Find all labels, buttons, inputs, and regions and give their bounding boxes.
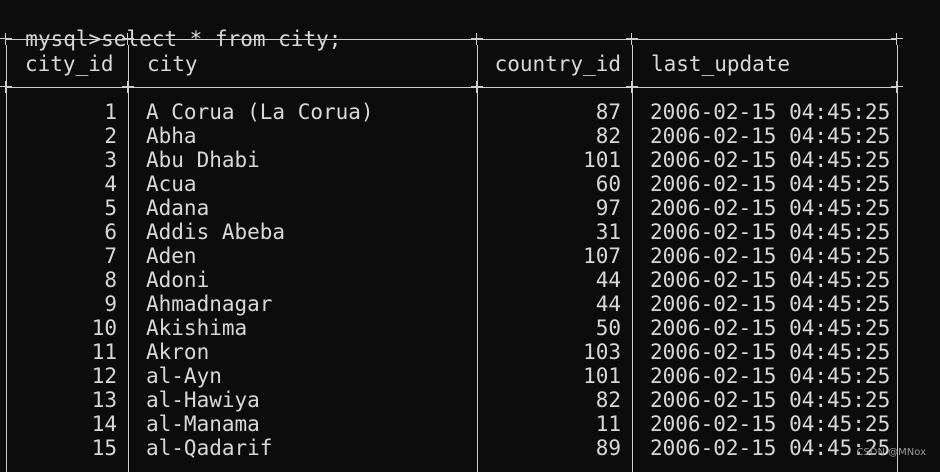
table-cell-city-id: 2 (104, 124, 117, 148)
table-cell-last-update: 2006-02-15 04:45:25 (650, 436, 891, 460)
table-cell-last-update: 2006-02-15 04:45:25 (650, 244, 891, 268)
table-cell-last-update: 2006-02-15 04:45:25 (650, 196, 891, 220)
table-cell-city-id: 8 (104, 268, 117, 292)
table-cell-city-id: 12 (91, 364, 117, 388)
border-junction (891, 33, 903, 45)
table-cell-country-id: 60 (595, 172, 621, 196)
border-junction (0, 33, 12, 45)
table-cell-country-id: 82 (595, 388, 621, 412)
table-header-border (6, 87, 897, 88)
table-cell-city-id: 3 (104, 148, 117, 172)
table-cell-city-id: 5 (104, 196, 117, 220)
column-separator (477, 45, 478, 472)
table-cell-city-id: 7 (104, 244, 117, 268)
table-cell-country-id: 82 (595, 124, 621, 148)
table-cell-country-id: 97 (595, 196, 621, 220)
table-cell-city: Acua (146, 172, 197, 196)
table-cell-country-id: 103 (583, 340, 621, 364)
table-cell-city-id: 6 (104, 220, 117, 244)
table-cell-city: Ahmadnagar (146, 292, 273, 316)
column-header-city[interactable]: city (147, 52, 198, 76)
table-cell-country-id: 87 (595, 100, 621, 124)
table-cell-city: Akron (146, 340, 210, 364)
table-cell-country-id: 44 (595, 268, 621, 292)
table-cell-city: Adana (146, 196, 210, 220)
table-cell-last-update: 2006-02-15 04:45:25 (650, 268, 891, 292)
table-cell-last-update: 2006-02-15 04:45:25 (650, 124, 891, 148)
table-cell-city: Adoni (146, 268, 210, 292)
table-cell-country-id: 89 (595, 436, 621, 460)
table-cell-city-id: 15 (91, 436, 117, 460)
table-cell-last-update: 2006-02-15 04:45:25 (650, 364, 891, 388)
column-header-country-id[interactable]: country_id (492, 52, 621, 76)
table-cell-last-update: 2006-02-15 04:45:25 (650, 412, 891, 436)
table-cell-last-update: 2006-02-15 04:45:25 (650, 172, 891, 196)
table-cell-city: Akishima (146, 316, 248, 340)
table-cell-city: A Corua (La Corua) (146, 100, 374, 124)
table-cell-city: al-Qadarif (146, 436, 273, 460)
table-cell-country-id: 107 (583, 244, 621, 268)
table-cell-country-id: 101 (583, 364, 621, 388)
table-cell-country-id: 50 (595, 316, 621, 340)
border-junction (122, 33, 134, 45)
column-separator (897, 45, 898, 472)
table-cell-city-id: 9 (104, 292, 117, 316)
watermark: CSDN @MNox (856, 447, 926, 458)
table-cell-last-update: 2006-02-15 04:45:25 (650, 100, 891, 124)
table-cell-city: Abu Dhabi (146, 148, 260, 172)
column-header-last-update[interactable]: last_update (651, 52, 790, 76)
table-cell-last-update: 2006-02-15 04:45:25 (650, 388, 891, 412)
table-cell-country-id: 44 (595, 292, 621, 316)
table-top-border (6, 39, 897, 40)
table-cell-city: al-Manama (146, 412, 260, 436)
table-cell-city: Addis Abeba (146, 220, 286, 244)
command-line[interactable]: mysql>select * from city; (0, 3, 341, 51)
table-cell-city-id: 10 (91, 316, 117, 340)
table-cell-last-update: 2006-02-15 04:45:25 (650, 220, 891, 244)
table-cell-country-id: 31 (595, 220, 621, 244)
column-header-city-id[interactable]: city_id (25, 52, 114, 76)
table-cell-last-update: 2006-02-15 04:45:25 (650, 148, 891, 172)
column-separator (6, 45, 7, 472)
border-junction (471, 33, 483, 45)
table-cell-city: Abha (146, 124, 197, 148)
table-cell-country-id: 11 (595, 412, 621, 436)
table-cell-city-id: 4 (104, 172, 117, 196)
table-cell-last-update: 2006-02-15 04:45:25 (650, 316, 891, 340)
table-cell-city-id: 1 (104, 100, 117, 124)
table-cell-city-id: 14 (91, 412, 117, 436)
column-separator (128, 45, 129, 472)
border-junction (626, 33, 638, 45)
table-cell-country-id: 101 (583, 148, 621, 172)
table-cell-last-update: 2006-02-15 04:45:25 (650, 292, 891, 316)
table-cell-last-update: 2006-02-15 04:45:25 (650, 340, 891, 364)
column-separator (632, 45, 633, 472)
table-cell-city: al-Hawiya (146, 388, 260, 412)
table-cell-city: al-Ayn (146, 364, 222, 388)
table-cell-city-id: 11 (91, 340, 117, 364)
table-cell-city: Aden (146, 244, 197, 268)
table-cell-city-id: 13 (91, 388, 117, 412)
